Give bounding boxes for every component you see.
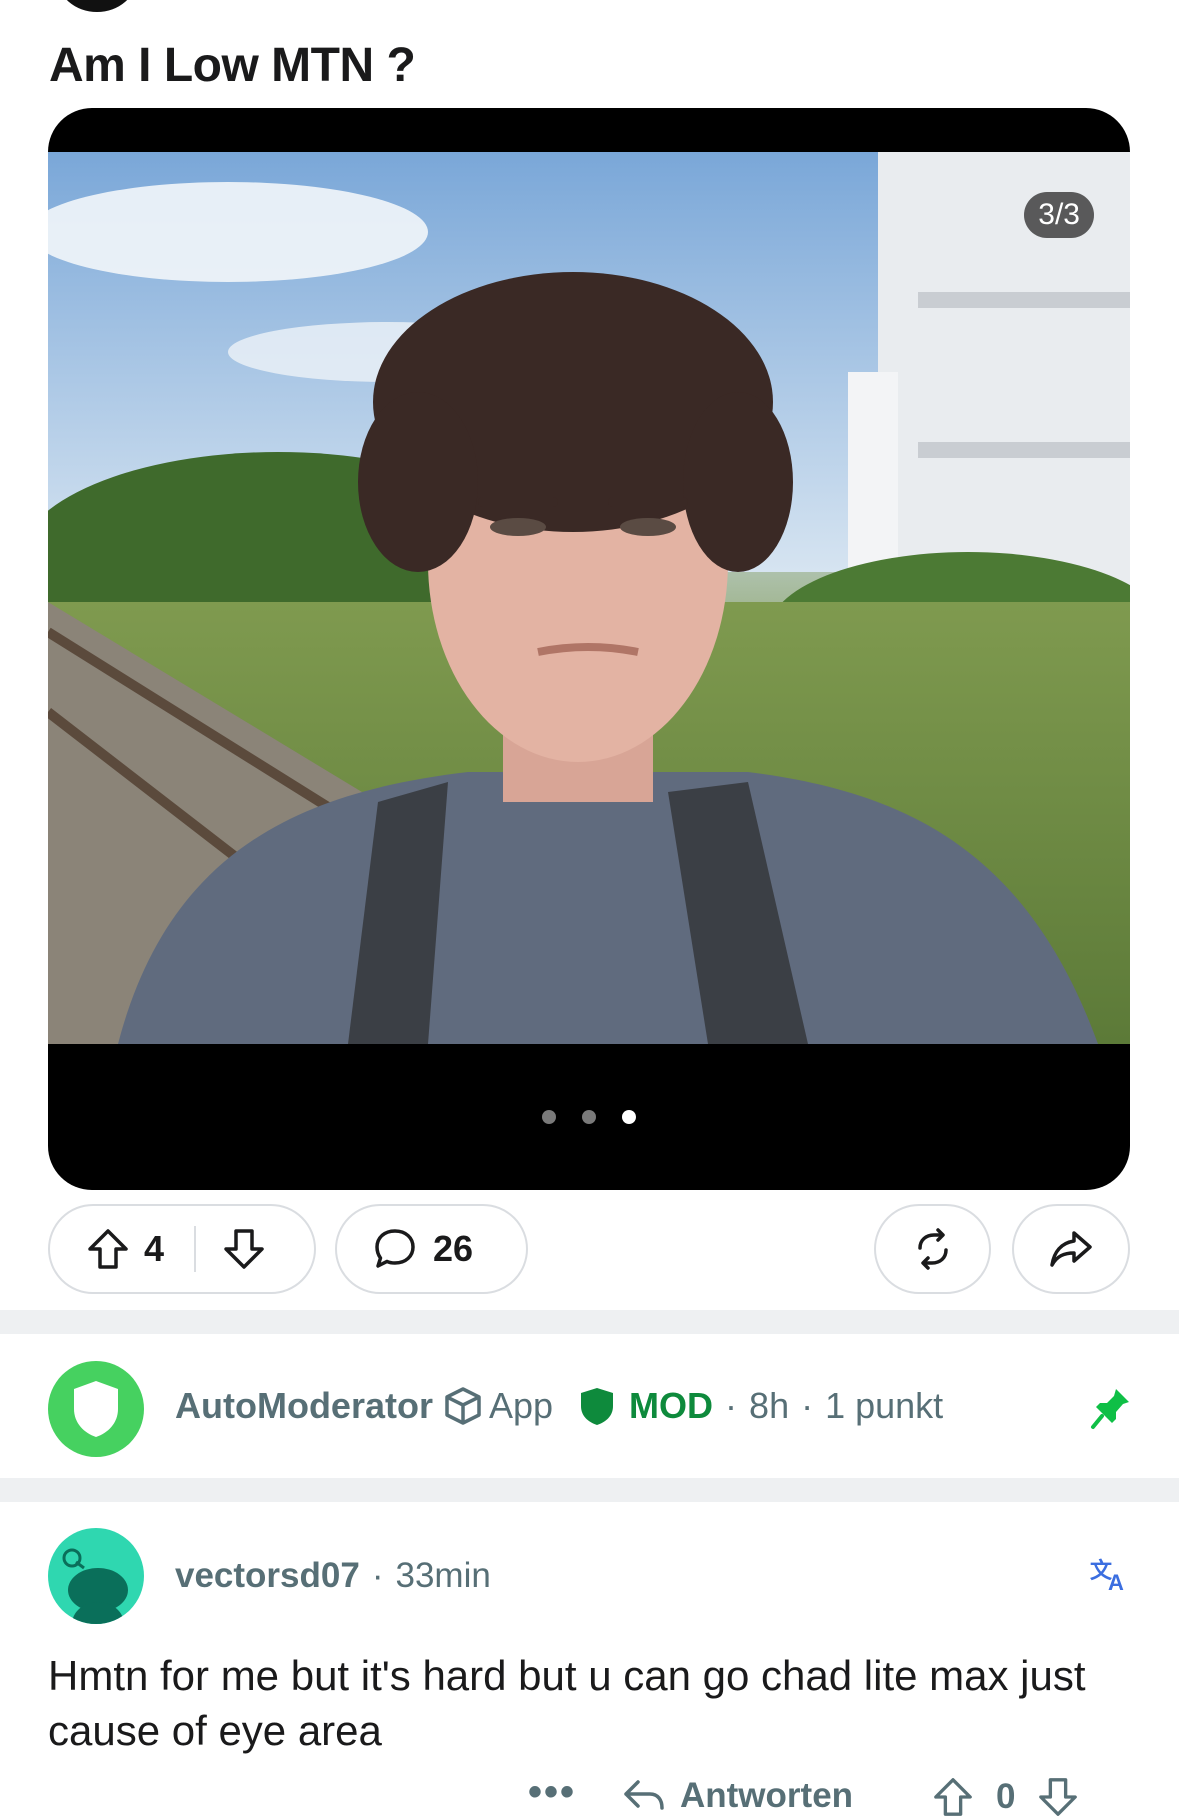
section-divider: [0, 1478, 1179, 1502]
automoderator-meta: AutoModerator App MOD · 8h · 1 punkt: [175, 1385, 943, 1427]
comment-meta: vectorsd07 · 33min: [175, 1556, 491, 1596]
comments-button[interactable]: 26: [335, 1204, 528, 1294]
automod-age: 8h: [749, 1385, 790, 1426]
crosspost-button[interactable]: [874, 1204, 991, 1294]
post-title: Am I Low MTN ?: [49, 39, 416, 92]
comment-username[interactable]: vectorsd07: [175, 1556, 360, 1596]
snoo-avatar-icon: [62, 1548, 128, 1624]
mod-shield-icon: [579, 1386, 615, 1426]
gallery-dot-active[interactable]: [622, 1110, 636, 1124]
more-options-icon[interactable]: •••: [528, 1770, 576, 1815]
comment-icon: [371, 1225, 419, 1273]
gallery-dot[interactable]: [542, 1110, 556, 1124]
meta-separator: ·: [725, 1385, 738, 1426]
section-divider: [0, 1310, 1179, 1334]
mod-label: MOD: [629, 1385, 714, 1426]
image-gallery[interactable]: 3/3: [48, 108, 1130, 1190]
selfie-image: [48, 152, 1130, 1044]
meta-separator: ·: [371, 1556, 384, 1595]
gallery-photo[interactable]: 3/3: [48, 152, 1130, 1044]
comment-downvote-icon[interactable]: [1037, 1776, 1079, 1818]
gallery-pagination: [48, 1110, 1130, 1124]
svg-text:A: A: [1108, 1570, 1124, 1592]
subreddit-avatar[interactable]: [57, 0, 137, 12]
vote-bar: 4: [48, 1204, 316, 1294]
gallery-dot[interactable]: [582, 1110, 596, 1124]
automoderator-username[interactable]: AutoModerator: [175, 1385, 433, 1427]
comment-vote-count: 0: [996, 1777, 1016, 1816]
comment-count: 26: [433, 1228, 474, 1269]
vote-divider: [194, 1226, 197, 1272]
app-label: App: [488, 1385, 554, 1426]
comment-vote-bar: 0: [932, 1776, 1079, 1818]
translate-icon[interactable]: 文 A: [1090, 1556, 1130, 1597]
pin-icon: [1090, 1386, 1132, 1435]
gallery-counter: 3/3: [1024, 192, 1094, 238]
comment-age: 33min: [395, 1556, 491, 1595]
upvote-icon[interactable]: [86, 1227, 130, 1271]
vote-count: 4: [144, 1228, 165, 1269]
reply-icon: [622, 1776, 666, 1816]
share-icon: [1047, 1225, 1095, 1273]
reply-label: Antworten: [680, 1776, 854, 1815]
reply-button[interactable]: Antworten: [622, 1776, 853, 1816]
share-button[interactable]: [1012, 1204, 1130, 1294]
vectorsd07-avatar[interactable]: [48, 1528, 144, 1624]
comment-body: Hmtn for me but it's hard but u can go c…: [48, 1652, 1086, 1754]
automoderator-avatar[interactable]: [48, 1361, 144, 1457]
downvote-icon[interactable]: [222, 1227, 266, 1271]
crosspost-icon: [910, 1226, 956, 1272]
shield-icon: [74, 1381, 118, 1437]
meta-separator: ·: [801, 1385, 814, 1426]
app-cube-icon: [443, 1386, 483, 1426]
automod-points: 1 punkt: [825, 1385, 944, 1426]
comment-upvote-icon[interactable]: [932, 1776, 974, 1818]
